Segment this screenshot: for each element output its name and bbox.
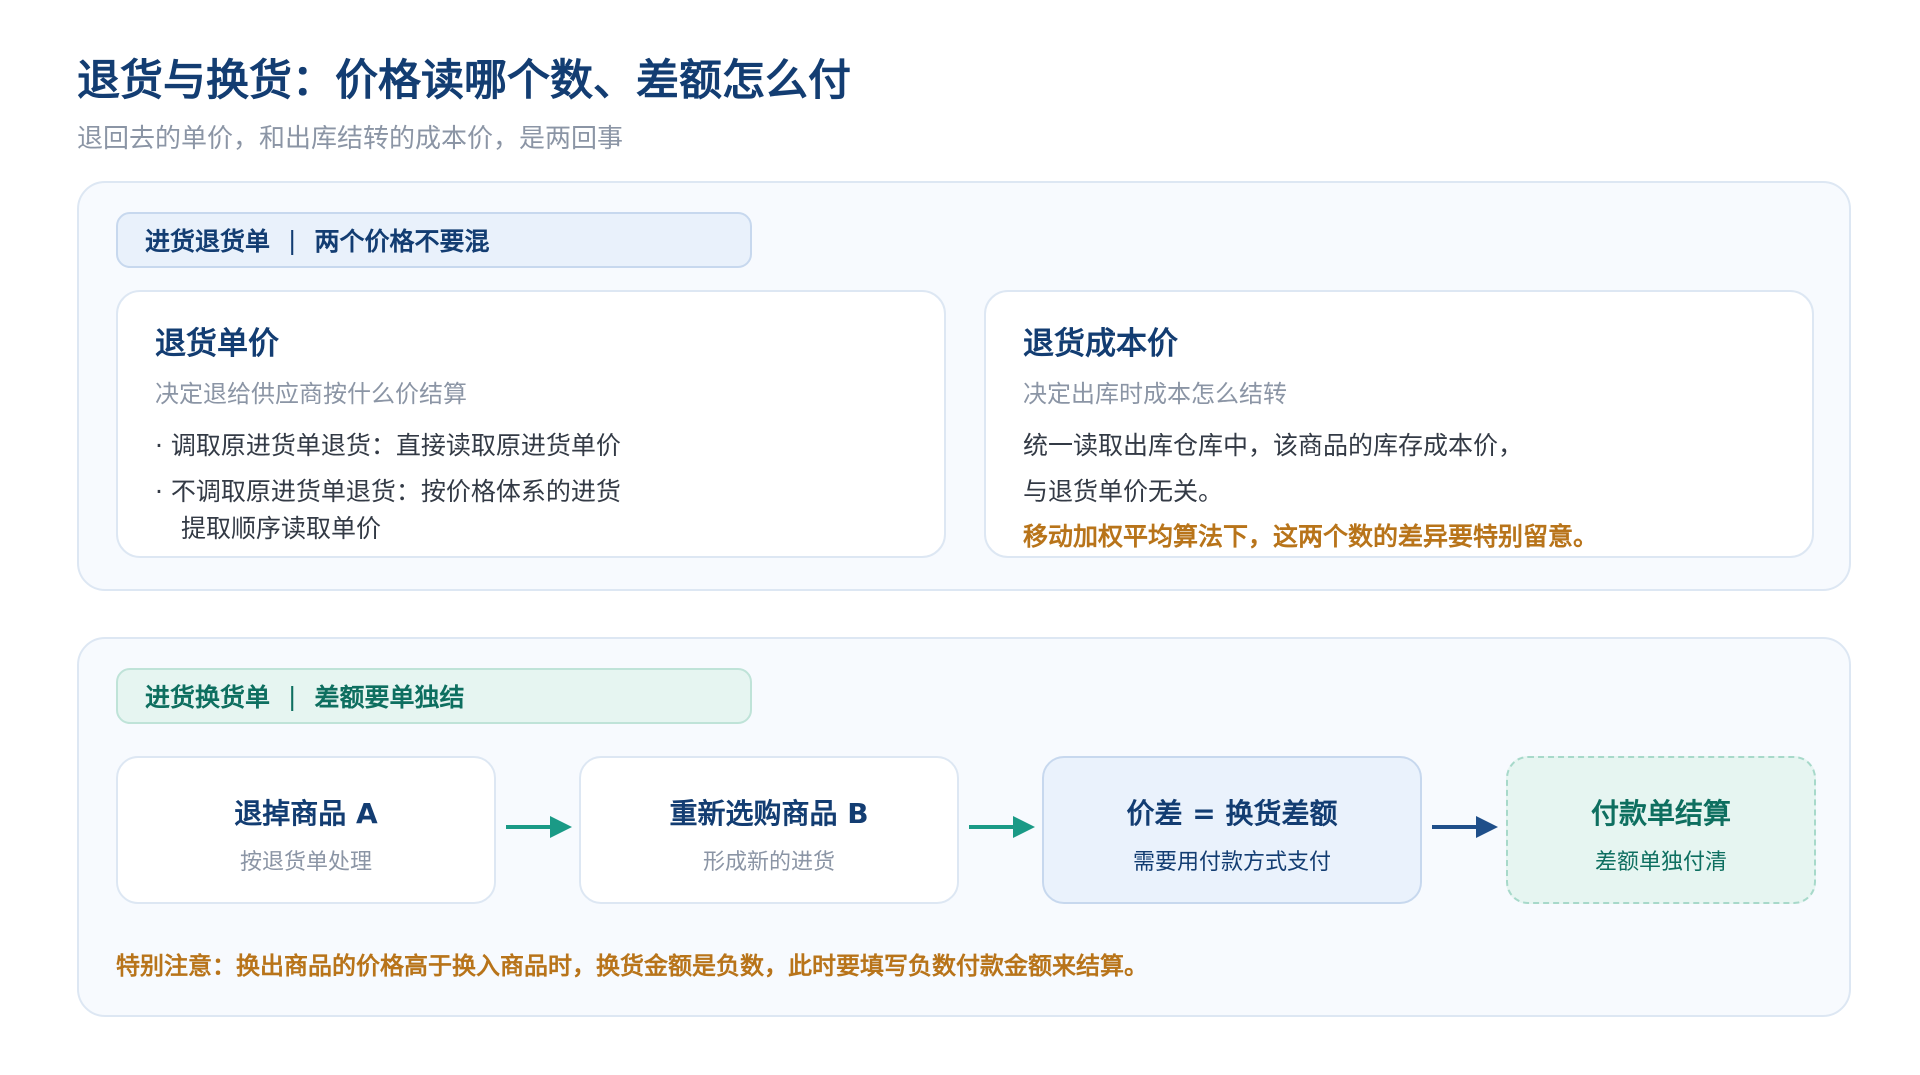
step-subtitle: 形成新的进货 (702, 850, 835, 875)
card-text-line: 统一读取出库仓库中，该商品的库存成本价， (1023, 431, 1524, 460)
purchase-exchange-tag: 进货换货单 | 差额要单独结 (116, 668, 752, 724)
flow-step-return-a: 退掉商品 A 按退货单处理 (116, 756, 496, 904)
flow-step-payment-settlement: 付款单结算 差额单独付清 (1506, 756, 1816, 904)
teal-arrow-icon (506, 816, 572, 838)
teal-arrow-icon (969, 816, 1035, 838)
card-warning-line: 移动加权平均算法下，这两个数的差异要特别留意。 (1023, 522, 1599, 551)
step-title: 重新选购商品 B (669, 797, 869, 830)
return-unit-price-card: 退货单价 决定退给供应商按什么价结算 · 调取原进货单退货：直接读取原进货单价 … (116, 290, 946, 558)
card-text-line: 与退货单价无关。 (1023, 477, 1224, 506)
page-title: 退货与换货：价格读哪个数、差额怎么付 (77, 56, 851, 106)
return-cost-price-card: 退货成本价 决定出库时成本怎么结转 统一读取出库仓库中，该商品的库存成本价， 与… (984, 290, 1814, 558)
step-title: 价差 = 换货差额 (1126, 797, 1338, 830)
purchase-return-tag-note: 两个价格不要混 (314, 227, 490, 256)
special-attention-note: 特别注意：换出商品的价格高于换入商品时，换货金额是负数，此时要填写负数付款金额来… (116, 952, 1148, 980)
card-bullet-line: · 调取原进货单退货：直接读取原进货单价 (155, 431, 621, 460)
step-subtitle: 差额单独付清 (1594, 850, 1727, 875)
flow-step-buy-b: 重新选购商品 B 形成新的进货 (579, 756, 959, 904)
navy-arrow-icon (1432, 816, 1498, 838)
purchase-exchange-panel: 进货换货单 | 差额要单独结 退掉商品 A 按退货单处理 重新选购商品 B 形成… (77, 637, 1851, 1017)
card-subtitle: 决定出库时成本怎么结转 (1023, 380, 1287, 408)
step-subtitle: 按退货单处理 (239, 850, 372, 875)
card-bullet-continuation: 提取顺序读取单价 (181, 514, 382, 543)
tag-separator: | (288, 681, 297, 711)
step-subtitle: 需要用付款方式支付 (1132, 850, 1331, 875)
purchase-return-panel: 进货退货单 | 两个价格不要混 退货单价 决定退给供应商按什么价结算 · 调取原… (77, 181, 1851, 591)
purchase-return-tag-label: 进货退货单 (145, 227, 271, 256)
card-bullet-line: · 不调取原进货单退货：按价格体系的进货 (155, 477, 621, 506)
step-title: 退掉商品 A (234, 797, 378, 830)
purchase-exchange-tag-note: 差额要单独结 (314, 683, 465, 712)
flow-step-price-difference: 价差 = 换货差额 需要用付款方式支付 (1042, 756, 1422, 904)
purchase-exchange-tag-label: 进货换货单 (145, 683, 271, 712)
card-subtitle: 决定退给供应商按什么价结算 (155, 380, 467, 408)
step-title: 付款单结算 (1590, 797, 1731, 830)
page-subtitle: 退回去的单价，和出库结转的成本价，是两回事 (77, 124, 624, 154)
card-title: 退货单价 (155, 326, 279, 362)
card-title: 退货成本价 (1023, 326, 1178, 362)
tag-separator: | (288, 225, 297, 255)
purchase-return-tag: 进货退货单 | 两个价格不要混 (116, 212, 752, 268)
